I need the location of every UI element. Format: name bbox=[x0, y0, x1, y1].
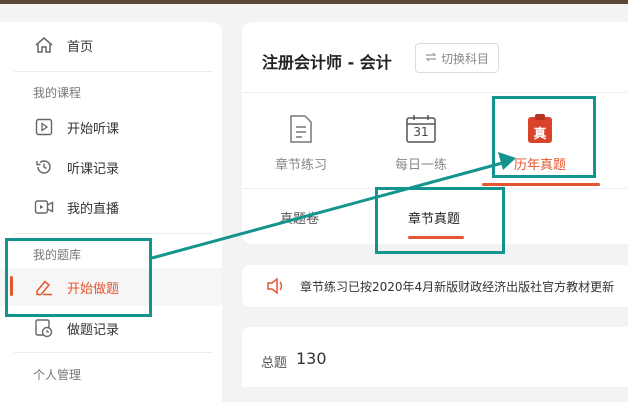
annotation-arrow bbox=[151, 152, 516, 260]
